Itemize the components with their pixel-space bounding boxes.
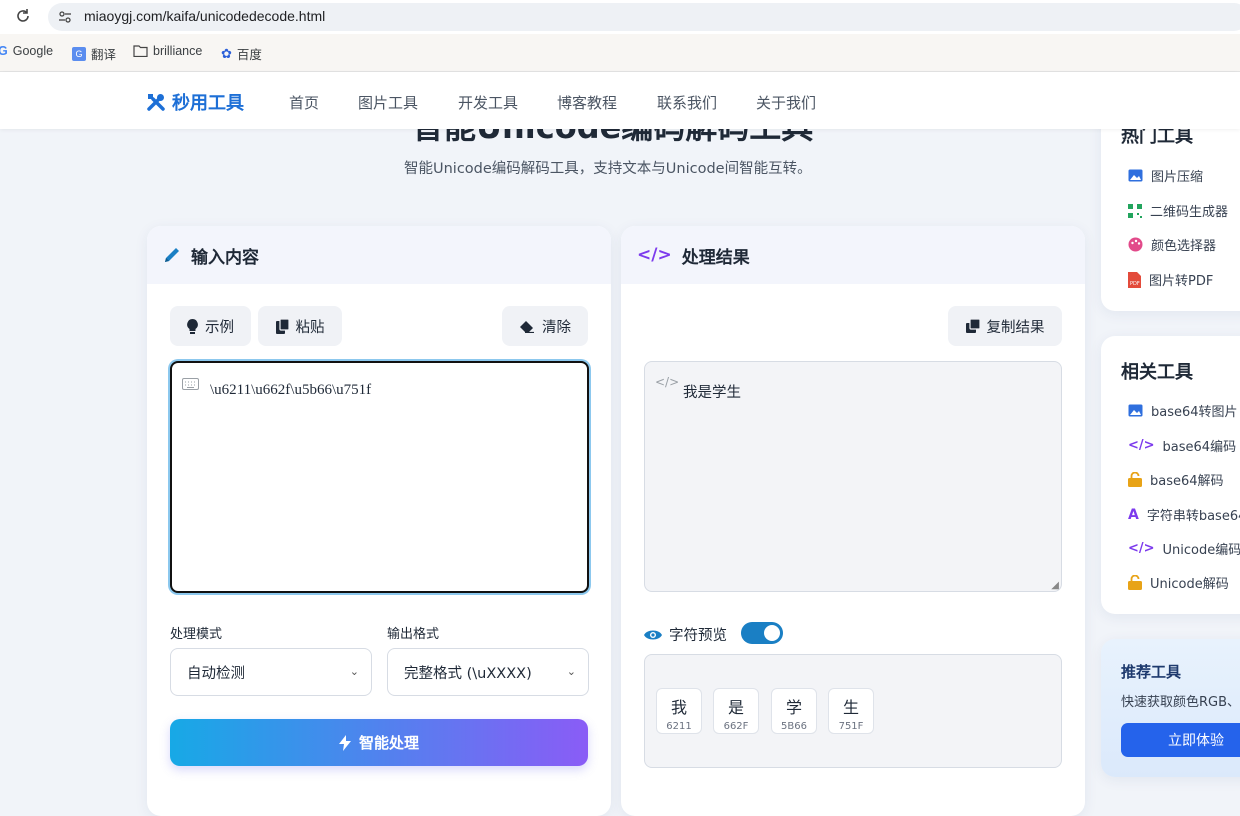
hot-item-compress[interactable]: 图片压缩 <box>1128 166 1203 185</box>
related-item-unidec[interactable]: Unicode解码 <box>1128 573 1229 592</box>
input-card-header: 输入内容 <box>147 226 611 284</box>
resize-handle-icon[interactable]: ◢ <box>1051 580 1059 591</box>
nav-item-blog[interactable]: 博客教程 <box>557 92 617 113</box>
related-item-unienc[interactable]: </> Unicode编码 <box>1128 539 1240 558</box>
bookmark-google[interactable]: G Google <box>0 44 53 58</box>
code-icon: </> <box>1128 541 1155 556</box>
unicode-input[interactable]: \u6211\u662f\u5b66\u751f <box>170 361 589 593</box>
hot-item-pdf[interactable]: PDF 图片转PDF <box>1128 270 1213 289</box>
tools-icon <box>147 94 165 111</box>
site-info-icon[interactable] <box>58 9 72 23</box>
copy-result-button[interactable]: 复制结果 <box>948 306 1062 346</box>
eraser-icon <box>520 320 534 333</box>
nav-item-dev-tools[interactable]: 开发工具 <box>458 92 518 113</box>
folder-icon <box>133 45 148 57</box>
top-nav: 秒用工具 首页 图片工具 开发工具 博客教程 联系我们 关于我们 <box>0 72 1240 129</box>
format-label: 输出格式 <box>387 627 440 642</box>
mode-label: 处理模式 <box>170 627 223 642</box>
char-chip: 生 751F <box>828 688 874 734</box>
char-preview-toggle[interactable] <box>741 622 783 644</box>
recommend-title: 推荐工具 <box>1121 663 1182 681</box>
unlock-icon <box>1128 575 1142 590</box>
palette-icon <box>1128 237 1143 252</box>
example-button[interactable]: 示例 <box>170 306 251 346</box>
toggle-knob <box>764 625 780 641</box>
clipboard-icon <box>275 318 289 334</box>
related-item-str2b64[interactable]: A 字符串转base64 <box>1128 505 1240 525</box>
try-now-button[interactable]: 立即体验 <box>1121 723 1240 757</box>
copy-icon <box>965 319 980 333</box>
char-preview-label: 字符预览 <box>669 628 727 644</box>
baidu-paw-icon: ✿ <box>221 45 232 61</box>
bookmark-baidu[interactable]: ✿ 百度 <box>221 44 262 63</box>
browser-address-bar: miaoygj.com/kaifa/unicodedecode.html <box>0 0 1240 34</box>
font-icon: A <box>1128 506 1139 523</box>
bolt-icon <box>338 734 351 751</box>
recommend-desc: 快速获取颜色RGB、HEX <box>1121 695 1240 710</box>
char-chip: 是 662F <box>713 688 759 734</box>
reload-icon[interactable] <box>15 8 33 26</box>
image-icon <box>1128 169 1143 182</box>
smart-process-button[interactable]: 智能处理 <box>170 719 588 766</box>
pencil-icon <box>165 248 179 262</box>
pdf-icon: PDF <box>1128 271 1141 288</box>
result-output[interactable]: </> 我是学生 ◢ <box>644 361 1062 592</box>
input-text: \u6211\u662f\u5b66\u751f <box>210 382 372 398</box>
char-preview-toggle-row: 字符预览 <box>644 624 727 645</box>
code-icon: </> <box>1128 438 1155 453</box>
code-icon: </> <box>637 245 672 265</box>
qrcode-icon <box>1128 203 1142 218</box>
code-icon: </> <box>655 375 680 389</box>
chevron-down-icon: ⌄ <box>566 665 576 678</box>
eye-icon <box>644 630 662 639</box>
chevron-down-icon: ⌄ <box>349 665 359 678</box>
hot-item-color[interactable]: 颜色选择器 <box>1128 235 1216 254</box>
related-item-b64dec[interactable]: base64解码 <box>1128 470 1224 489</box>
mode-select[interactable]: 自动检测 ⌄ <box>170 648 372 696</box>
format-select[interactable]: 完整格式 (\uXXXX) ⌄ <box>387 648 589 696</box>
bookmarks-bar: G Google G 翻译 brilliance ✿ 百度 <box>0 34 1240 72</box>
bookmark-brilliance[interactable]: brilliance <box>133 44 202 58</box>
nav-item-contact[interactable]: 联系我们 <box>657 92 717 113</box>
bookmark-translate[interactable]: G 翻译 <box>72 44 116 63</box>
related-tools-title: 相关工具 <box>1121 362 1193 383</box>
char-chip: 我 6211 <box>656 688 702 734</box>
related-item-b64enc[interactable]: </> base64编码 <box>1128 436 1236 455</box>
image-icon <box>1128 404 1143 417</box>
paste-button[interactable]: 粘贴 <box>258 306 342 346</box>
clear-button[interactable]: 清除 <box>502 306 588 346</box>
nav-item-image-tools[interactable]: 图片工具 <box>358 92 418 113</box>
nav-item-about[interactable]: 关于我们 <box>756 92 816 113</box>
char-chip: 学 5B66 <box>771 688 817 734</box>
lightbulb-icon <box>187 318 198 334</box>
related-item-b64img[interactable]: base64转图片 <box>1128 401 1238 420</box>
keyboard-icon <box>182 378 199 390</box>
result-card-header: </> 处理结果 <box>621 226 1085 284</box>
url-text: miaoygj.com/kaifa/unicodedecode.html <box>84 8 326 24</box>
nav-item-home[interactable]: 首页 <box>289 92 319 113</box>
svg-text:PDF: PDF <box>1130 281 1140 287</box>
unlock-icon <box>1128 472 1142 487</box>
page-subtitle: 智能Unicode编码解码工具，支持文本与Unicode间智能互转。 <box>404 161 812 177</box>
google-icon: G <box>0 44 8 58</box>
hot-item-qrcode[interactable]: 二维码生成器 <box>1128 201 1228 220</box>
translate-icon: G <box>72 46 86 61</box>
recommend-card: 推荐工具 快速获取颜色RGB、HEX 立即体验 <box>1101 639 1240 777</box>
output-text: 我是学生 <box>683 385 741 401</box>
site-logo[interactable]: 秒用工具 <box>146 89 244 115</box>
